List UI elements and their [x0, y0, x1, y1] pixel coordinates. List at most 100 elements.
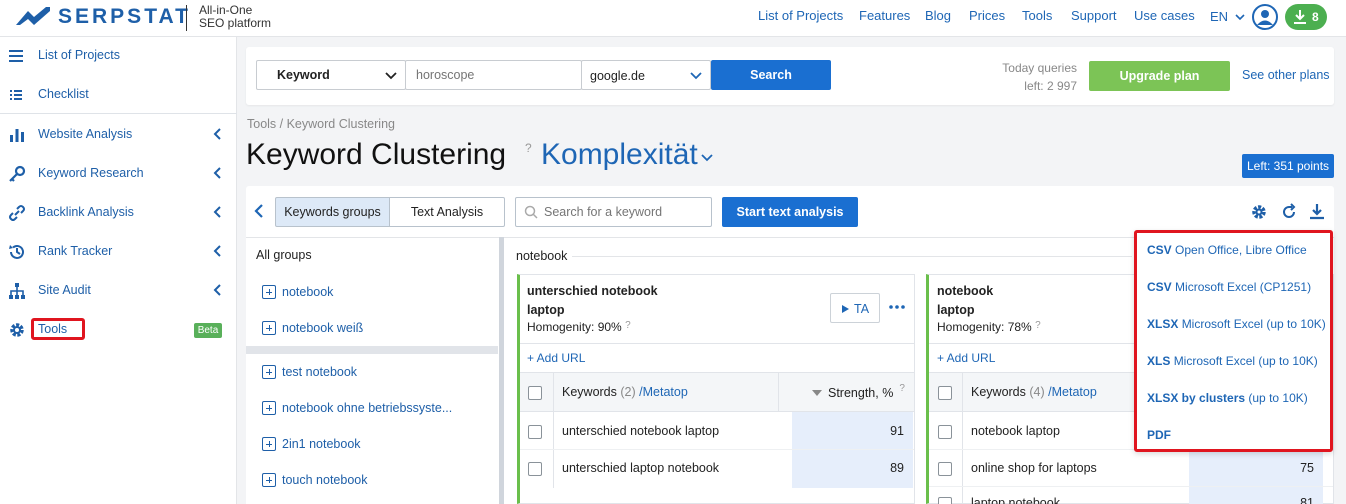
- row-checkbox[interactable]: [528, 462, 542, 476]
- expand-plus-icon[interactable]: [262, 437, 276, 451]
- keyword-search-input[interactable]: [544, 203, 704, 221]
- keyword-cell: online shop for laptops: [971, 461, 1097, 475]
- help-icon[interactable]: ?: [625, 320, 631, 331]
- homogeneity-label: Homogenity: 90%: [527, 320, 622, 334]
- help-icon[interactable]: ?: [899, 383, 905, 394]
- refresh-icon[interactable]: [1280, 203, 1298, 221]
- nav-prices[interactable]: Prices: [969, 8, 1005, 23]
- sidebar-item-rank-tracker[interactable]: Rank Tracker: [0, 235, 237, 269]
- search-engine-value: google.de: [590, 69, 645, 83]
- select-all-checkbox[interactable]: [938, 386, 952, 400]
- search-type-select[interactable]: Keyword: [256, 60, 406, 90]
- row-checkbox[interactable]: [528, 425, 542, 439]
- expand-plus-icon[interactable]: [262, 321, 276, 335]
- group-item[interactable]: 2in1 notebook: [262, 434, 361, 454]
- sidebar-item-list-of-projects[interactable]: List of Projects: [0, 39, 237, 73]
- add-url-link[interactable]: + Add URL: [527, 351, 585, 365]
- column-divider: [778, 372, 779, 412]
- tab-text-analysis[interactable]: Text Analysis: [389, 197, 505, 227]
- nav-tools[interactable]: Tools: [1022, 8, 1052, 23]
- keywords-column-header[interactable]: Keywords (2) /Metatop: [562, 385, 688, 399]
- project-name: Komplexität: [541, 138, 698, 171]
- keywords-header-label: Keywords: [971, 385, 1026, 399]
- download-icon: [1294, 10, 1306, 24]
- keyword-search-field[interactable]: [515, 197, 712, 227]
- group-item[interactable]: notebook weiß: [262, 318, 363, 338]
- today-queries-label: Today queries: [1002, 61, 1077, 75]
- search-query-input[interactable]: [405, 60, 582, 90]
- metatop-link[interactable]: /Metatop: [1048, 385, 1097, 399]
- keywords-column-header[interactable]: Keywords (4) /Metatop: [971, 385, 1097, 399]
- search-engine-select[interactable]: google.de: [581, 60, 711, 90]
- export-csv-open-office[interactable]: CSV Open Office, Libre Office: [1147, 243, 1307, 257]
- strength-header-label: Strength, %: [828, 386, 894, 400]
- group-item[interactable]: notebook: [262, 282, 333, 302]
- keywords-header-label: Keywords: [562, 385, 617, 399]
- nav-features[interactable]: Features: [859, 8, 910, 23]
- sidebar-item-backlink-analysis[interactable]: Backlink Analysis: [0, 196, 237, 230]
- start-text-analysis-button[interactable]: Start text analysis: [722, 197, 858, 227]
- row-divider: [520, 449, 914, 450]
- see-other-plans-link[interactable]: See other plans: [1242, 68, 1330, 82]
- ta-button[interactable]: TA: [830, 293, 880, 323]
- serpstat-logo[interactable]: SERPSTAT: [16, 5, 191, 28]
- language-selector[interactable]: EN: [1210, 9, 1245, 24]
- sidebar-item-keyword-research[interactable]: Keyword Research: [0, 157, 237, 191]
- expand-plus-icon[interactable]: [262, 473, 276, 487]
- chevron-left-icon: [213, 245, 221, 257]
- row-checkbox[interactable]: [938, 497, 952, 504]
- chevron-left-icon: [213, 206, 221, 218]
- export-desc: Microsoft Excel (CP1251): [1175, 280, 1312, 294]
- help-icon[interactable]: ?: [525, 141, 532, 155]
- sidebar-item-site-audit[interactable]: Site Audit: [0, 274, 237, 308]
- expand-plus-icon[interactable]: [262, 365, 276, 379]
- export-pdf[interactable]: PDF: [1147, 428, 1171, 442]
- add-url-link[interactable]: + Add URL: [937, 351, 995, 365]
- export-download-icon[interactable]: [1308, 203, 1326, 221]
- project-selector[interactable]: Komplexität: [541, 138, 713, 172]
- keyword-cell: laptop notebook: [971, 496, 1060, 504]
- row-checkbox[interactable]: [938, 462, 952, 476]
- nav-blog[interactable]: Blog: [925, 8, 951, 23]
- user-avatar[interactable]: [1252, 4, 1278, 30]
- sort-desc-icon: [812, 389, 822, 396]
- row-checkbox[interactable]: [938, 425, 952, 439]
- nav-list-of-projects[interactable]: List of Projects: [758, 8, 843, 23]
- downloads-button[interactable]: 8: [1285, 4, 1327, 30]
- group-item[interactable]: notebook ohne betriebssyste...: [262, 398, 452, 418]
- chevron-left-icon[interactable]: [252, 203, 266, 219]
- nav-support[interactable]: Support: [1071, 8, 1117, 23]
- homogeneity: Homogenity: 78% ?: [937, 320, 1041, 334]
- expand-plus-icon[interactable]: [262, 401, 276, 415]
- search-button[interactable]: Search: [711, 60, 831, 90]
- export-xls[interactable]: XLS Microsoft Excel (up to 10K): [1147, 354, 1318, 368]
- settings-icon[interactable]: [1250, 203, 1268, 221]
- upgrade-plan-button[interactable]: Upgrade plan: [1089, 61, 1230, 91]
- export-csv-excel[interactable]: CSV Microsoft Excel (CP1251): [1147, 280, 1311, 294]
- chevron-down-icon: [690, 72, 702, 80]
- strength-cell: 91: [890, 424, 904, 438]
- sidebar-item-website-analysis[interactable]: Website Analysis: [0, 118, 237, 152]
- nav-use-cases[interactable]: Use cases: [1134, 8, 1195, 23]
- checklist-icon: [10, 90, 22, 100]
- tab-keywords-groups[interactable]: Keywords groups: [275, 197, 390, 227]
- help-icon[interactable]: ?: [1035, 320, 1041, 331]
- sidebar-item-label: Rank Tracker: [38, 244, 113, 258]
- group-item[interactable]: touch notebook: [262, 470, 368, 490]
- more-options-icon[interactable]: [889, 305, 905, 309]
- select-all-checkbox[interactable]: [528, 386, 542, 400]
- keyword-cell: notebook laptop: [971, 424, 1060, 438]
- breadcrumb[interactable]: Tools / Keyword Clustering: [247, 117, 395, 131]
- sidebar-item-checklist[interactable]: Checklist: [0, 78, 237, 112]
- expand-plus-icon[interactable]: [262, 285, 276, 299]
- metatop-link[interactable]: /Metatop: [639, 385, 688, 399]
- chart-icon: [10, 129, 24, 142]
- strength-column-header[interactable]: Strength, % ?: [812, 383, 905, 400]
- column-divider: [553, 372, 554, 488]
- export-format: XLSX by clusters: [1147, 391, 1246, 405]
- group-item[interactable]: test notebook: [262, 362, 357, 382]
- export-xlsx-by-clusters[interactable]: XLSX by clusters (up to 10K): [1147, 391, 1308, 405]
- sidebar-divider: [0, 113, 237, 114]
- export-xlsx[interactable]: XLSX Microsoft Excel (up to 10K): [1147, 317, 1326, 331]
- all-groups-label[interactable]: All groups: [256, 248, 312, 262]
